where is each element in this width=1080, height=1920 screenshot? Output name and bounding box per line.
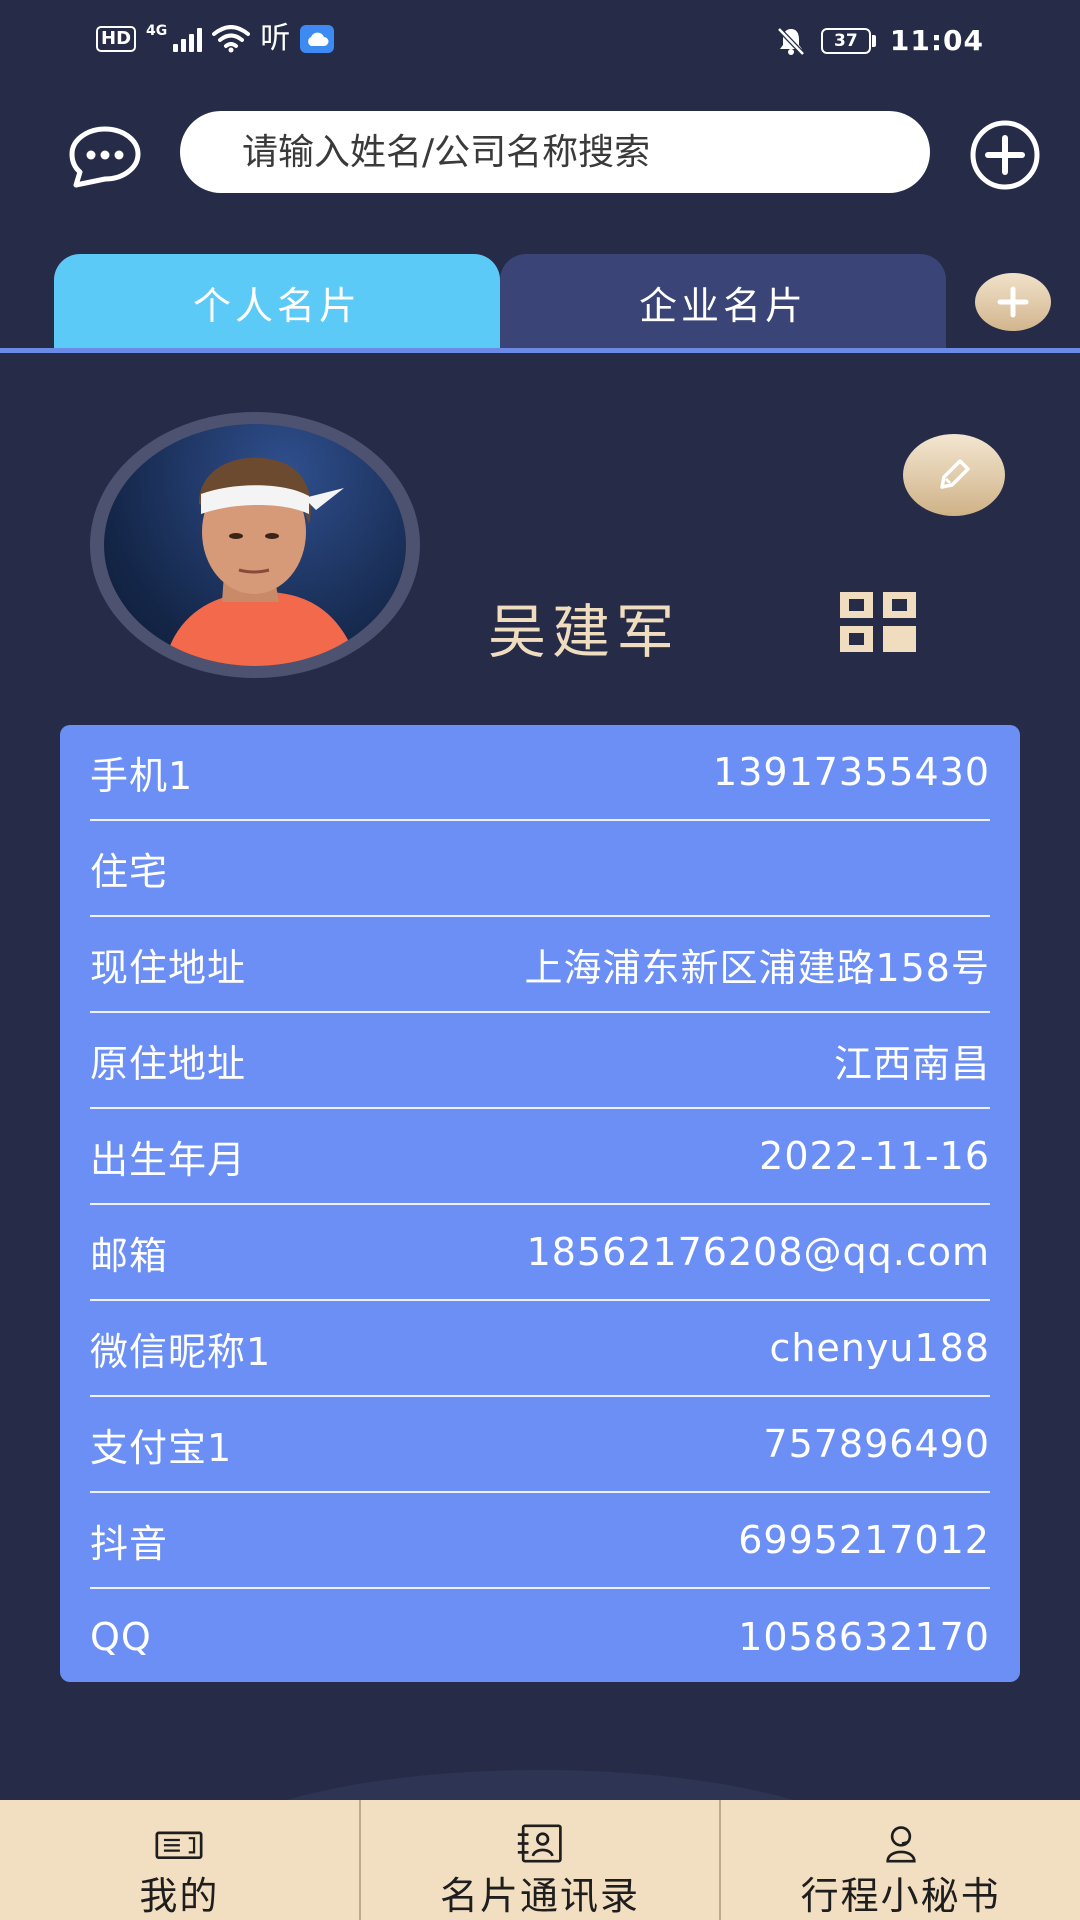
status-right: 37 11:04 [775,24,984,57]
info-row-birth-date[interactable]: 出生年月 2022-11-16 [90,1109,990,1205]
info-value: 6995217012 [738,1518,990,1562]
status-left: HD 4G 听 [96,21,335,56]
qr-code-icon[interactable] [840,592,916,652]
info-value: 1058632170 [738,1615,990,1659]
tab-company-card[interactable]: 企业名片 [500,254,946,350]
plus-circle-icon[interactable] [968,118,1042,192]
avatar[interactable] [104,424,406,666]
info-row-qq[interactable]: QQ 1058632170 [90,1589,990,1685]
nav-item-itinerary[interactable]: 行程小秘书 [721,1800,1080,1920]
info-row-douyin[interactable]: 抖音 6995217012 [90,1493,990,1589]
nav-item-contacts[interactable]: 名片通讯录 [361,1800,722,1920]
network-type: 4G [146,23,168,39]
info-label: 微信昵称1 [90,1329,272,1374]
info-row-wechat[interactable]: 微信昵称1 chenyu188 [90,1301,990,1397]
info-value: chenyu188 [769,1326,990,1370]
pencil-icon [940,459,970,489]
info-label: 支付宝1 [90,1425,233,1470]
info-card: 手机1 13917355430 住宅 现住地址 上海浦东新区浦建路158号 原住… [60,725,1020,1682]
wifi-icon [212,25,251,53]
signal-icon [173,26,203,52]
info-label: QQ [90,1615,152,1659]
listen-indicator: 听 [260,21,291,56]
info-label: 抖音 [90,1521,169,1566]
info-value: 757896490 [763,1422,990,1466]
info-label: 现住地址 [90,945,247,990]
bottom-nav: 我的 名片通讯录 行程小秘书 [0,1800,1080,1920]
mute-bell-icon [777,26,805,56]
info-label: 原住地址 [90,1041,247,1086]
tab-personal-card[interactable]: 个人名片 [54,254,500,350]
person-headset-icon [886,1826,916,1863]
cloud-icon [300,25,335,53]
info-label: 住宅 [90,849,169,894]
info-row-email[interactable]: 邮箱 18562176208@qq.com [90,1205,990,1301]
info-row-original-address[interactable]: 原住地址 江西南昌 [90,1013,990,1109]
info-value: 13917355430 [713,750,990,794]
hd-badge: HD [96,26,137,52]
battery-level: 37 [820,27,871,54]
nav-label: 行程小秘书 [800,1874,1001,1918]
avatar-photo [164,457,359,666]
nav-label: 我的 [139,1874,220,1918]
search-input[interactable] [180,111,930,193]
add-card-button[interactable] [975,273,1051,331]
info-value: 上海浦东新区浦建路158号 [524,945,990,990]
status-bar: HD 4G 听 37 11:04 [0,0,1080,86]
person-name: 吴建军 [488,598,681,666]
card-icon [155,1831,203,1860]
info-value: 2022-11-16 [759,1134,990,1178]
edit-button[interactable] [903,434,1005,516]
chat-bubble-icon[interactable] [68,126,142,188]
nav-item-mine[interactable]: 我的 [0,1800,361,1920]
info-label: 出生年月 [90,1137,247,1182]
info-value: 18562176208@qq.com [526,1230,990,1274]
plus-icon [997,286,1029,318]
info-row-current-address[interactable]: 现住地址 上海浦东新区浦建路158号 [90,917,990,1013]
battery-icon: 37 [820,27,876,54]
tab-divider [0,348,1080,353]
info-value: 江西南昌 [833,1041,990,1086]
info-row-alipay[interactable]: 支付宝1 757896490 [90,1397,990,1493]
info-row-home[interactable]: 住宅 [90,821,990,917]
info-label: 手机1 [90,753,194,798]
info-label: 邮箱 [90,1233,169,1278]
info-row-mobile[interactable]: 手机1 13917355430 [90,725,990,821]
clock: 11:04 [889,24,984,57]
contact-card-icon [517,1824,562,1863]
nav-label: 名片通讯录 [440,1874,641,1918]
